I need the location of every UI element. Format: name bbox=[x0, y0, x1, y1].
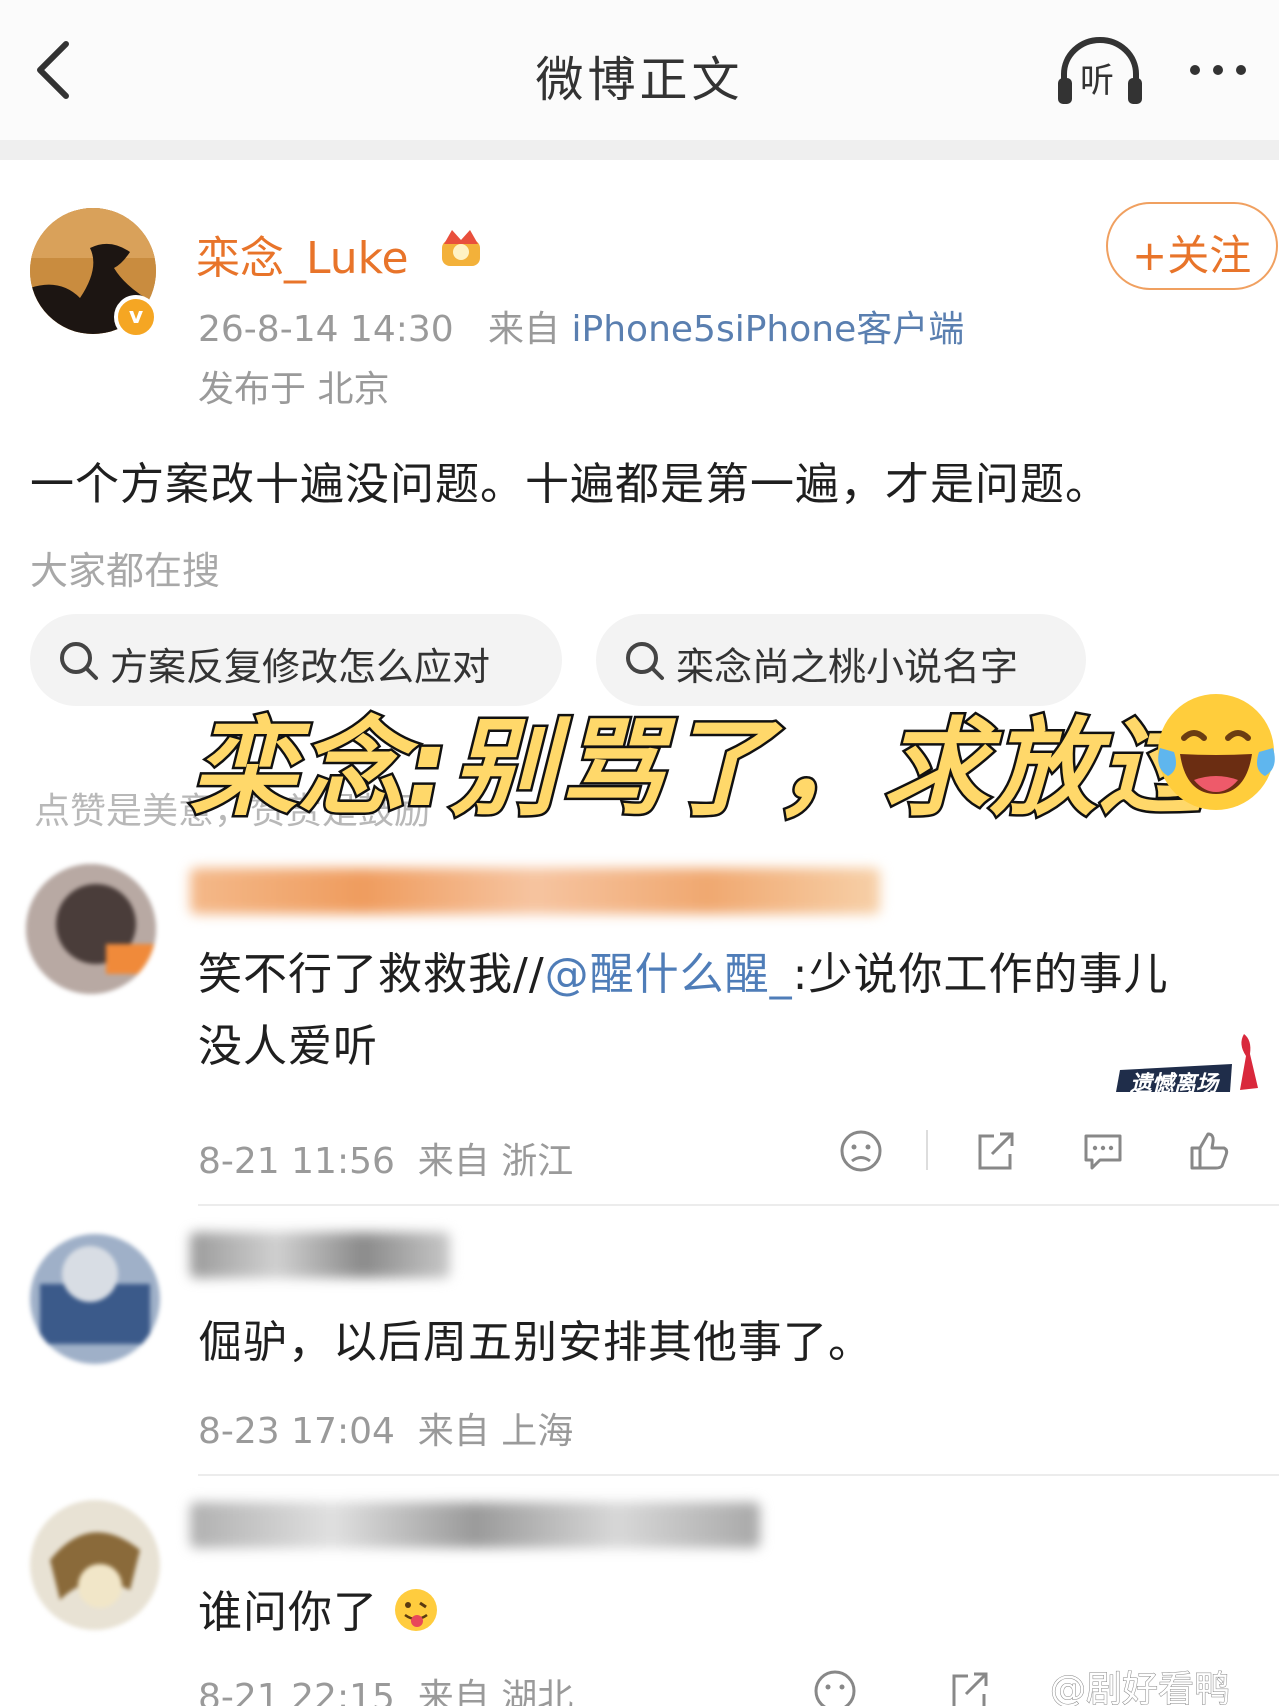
comment-location: 上海 bbox=[501, 1411, 574, 1452]
top-bar: 微博正文 听 bbox=[0, 0, 1279, 140]
comment-icon[interactable] bbox=[1080, 1128, 1126, 1174]
watermark: @剧好看鸭 bbox=[1049, 1669, 1231, 1706]
tongue-face-emoji-icon bbox=[395, 1589, 437, 1631]
commenter-avatar[interactable] bbox=[26, 864, 156, 994]
follow-label: +关注 bbox=[1132, 231, 1252, 280]
commenter-avatar[interactable] bbox=[30, 1234, 160, 1364]
comment-meta: 8-23 17:04 来自 上海 bbox=[198, 1402, 573, 1454]
comment-divider bbox=[198, 1474, 1279, 1476]
comment-meta: 8-21 11:56 来自 浙江 bbox=[198, 1132, 573, 1184]
header-separator bbox=[0, 140, 1279, 160]
commenter-name-blurred bbox=[190, 868, 880, 914]
search-icon bbox=[626, 642, 664, 680]
dislike-face-icon[interactable] bbox=[838, 1128, 884, 1174]
share-icon[interactable] bbox=[972, 1128, 1018, 1174]
commenter-name-blurred bbox=[190, 1232, 450, 1278]
action-divider bbox=[926, 1130, 928, 1170]
comment-text-part: 笑不行了救救我// bbox=[198, 949, 545, 1000]
post-body: 一个方案改十遍没问题。十遍都是第一遍，才是问题。 bbox=[30, 459, 1110, 510]
comment-datetime: 8-21 11:56 bbox=[198, 1141, 395, 1182]
commenter-avatar[interactable] bbox=[30, 1500, 160, 1630]
crown-icon bbox=[442, 230, 480, 266]
like-icon[interactable] bbox=[1186, 1128, 1232, 1174]
dislike-face-icon[interactable] bbox=[812, 1668, 858, 1706]
post-location: 发布于 北京 bbox=[198, 369, 390, 410]
comment-meta: 8-21 22:15 来自 湖北 bbox=[198, 1668, 573, 1706]
comment-divider bbox=[198, 1204, 1279, 1206]
comment-text-line2: 没人爱听 bbox=[198, 1021, 378, 1072]
verified-badge: v bbox=[114, 295, 158, 339]
comment-location: 浙江 bbox=[501, 1141, 574, 1182]
comment-text-part: :少说你工作的事儿 bbox=[792, 949, 1169, 1000]
comment-text: 倔驴，以后周五别安排其他事了。 bbox=[198, 1317, 873, 1368]
mention-link[interactable]: @醒什么醒_ bbox=[545, 949, 793, 1000]
laughing-tears-emoji-icon bbox=[1158, 694, 1275, 810]
source-prefix: 来自 bbox=[417, 1411, 490, 1452]
comment-location: 湖北 bbox=[501, 1677, 574, 1706]
source-prefix: 来自 bbox=[417, 1141, 490, 1182]
comment-datetime: 8-23 17:04 bbox=[198, 1411, 395, 1452]
stamp-text: 遗憾离场 bbox=[1130, 1072, 1219, 1097]
overlay-caption: 栾念:别骂了，求放过 bbox=[187, 705, 1207, 833]
source-prefix: 来自 bbox=[417, 1677, 490, 1706]
search-icon bbox=[60, 642, 98, 680]
author-name[interactable]: 栾念_Luke bbox=[196, 222, 409, 286]
post-source[interactable]: iPhone5siPhone客户端 bbox=[572, 309, 965, 350]
comment-text: 谁问你了 bbox=[198, 1576, 439, 1640]
share-icon[interactable] bbox=[946, 1668, 992, 1706]
listen-label[interactable]: 听 bbox=[1080, 53, 1114, 102]
commenter-name-blurred bbox=[190, 1502, 760, 1548]
comment-text: 笑不行了救救我//@醒什么醒_:少说你工作的事儿 bbox=[198, 938, 1168, 1002]
follow-button[interactable]: +关注 bbox=[1106, 202, 1278, 290]
search-section-title: 大家都在搜 bbox=[30, 549, 221, 593]
post-datetime: 26-8-14 14:30 bbox=[198, 309, 454, 350]
post-meta: 26-8-14 14:30 来自 iPhone5siPhone客户端 bbox=[198, 300, 964, 352]
comment-datetime: 8-21 22:15 bbox=[198, 1677, 395, 1706]
source-prefix: 来自 bbox=[488, 309, 561, 350]
comment-text-part: 谁问你了 bbox=[198, 1587, 378, 1638]
more-options-icon[interactable] bbox=[1190, 60, 1270, 80]
